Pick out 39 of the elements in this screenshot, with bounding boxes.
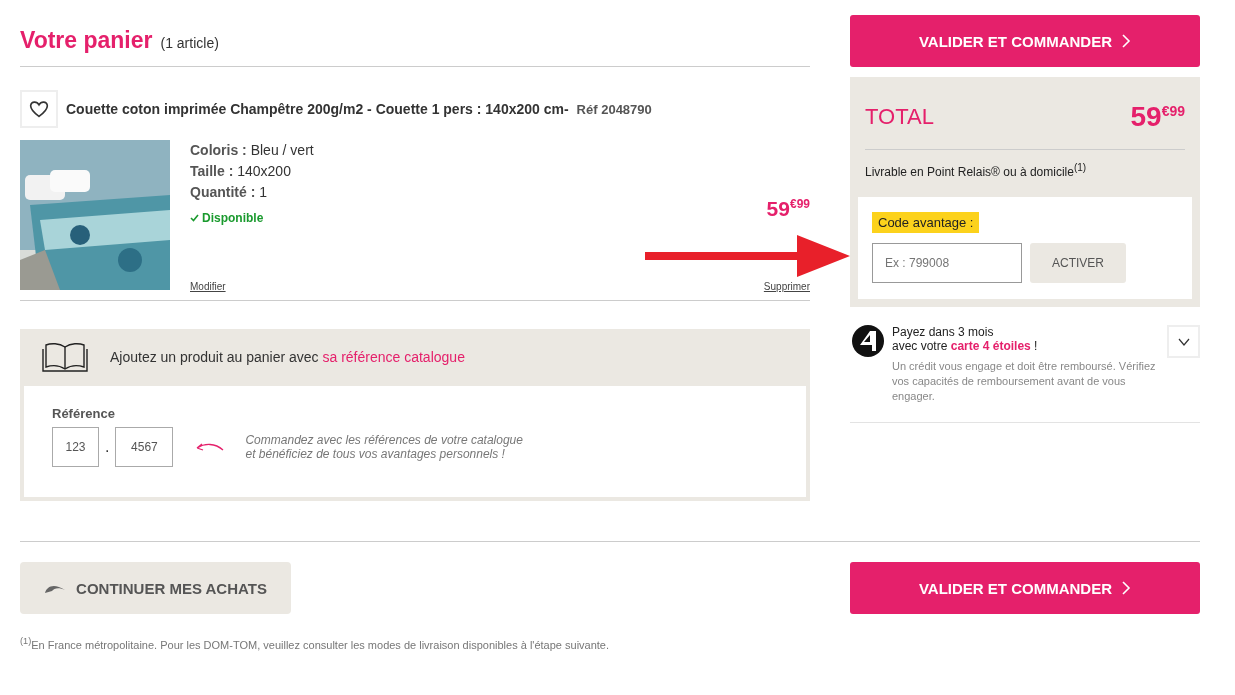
reference-number-field[interactable]: 4567 — [115, 427, 174, 467]
catalog-intro: Ajoutez un produit au panier avec sa référence catalogue — [110, 349, 465, 365]
product-attribute: Quantité : 1 — [190, 183, 269, 202]
financing-card-text: avec votre carte 4 étoiles ! — [892, 339, 1039, 353]
availability-status: Disponible — [202, 211, 264, 225]
catalog-hint: Commandez avec les références de votre catalogue et bénéficiez de tous vos avantages personnels ! — [245, 433, 523, 461]
credit-warning: Un crédit vous engage et doit être remboursé. Vérifiez vos capacités de remboursement avant de vous engager. — [892, 359, 1157, 404]
product-attribute: Taille : 140x200 — [190, 162, 292, 181]
delivery-info: Livrable en Point Relais® ou à domicile$^{(1)}$ — [865, 162, 1088, 179]
chevron-right-icon — [1122, 581, 1132, 595]
favorite-button[interactable] — [20, 90, 58, 128]
checkout-button[interactable]: VALIDER ET COMMANDER — [850, 562, 1200, 614]
item-count: (1 article) — [160, 35, 219, 51]
reference-label: Référence — [52, 406, 116, 421]
activate-button[interactable]: ACTIVER — [1030, 243, 1126, 283]
financing-headline: Payez dans 3 mois — [892, 325, 995, 339]
promo-code-label: Code avantage : — [872, 212, 980, 233]
promo-code-field[interactable]: Ex : 799008 — [872, 243, 1022, 283]
check-icon — [190, 214, 199, 222]
cart-title: Votre panier — [20, 27, 153, 54]
chevron-right-icon — [1122, 34, 1132, 48]
footnote: $^{(1)}$En France métropolitaine. Pour les DOM-TOM, veuillez consulter les modes de livraison disponibles à l'étape suivante. — [20, 636, 611, 651]
chevron-down-icon — [1177, 337, 1190, 346]
total-price: 59$^{€99}$ — [1130, 101, 1185, 133]
book-icon — [42, 341, 88, 373]
reference-separator: . — [105, 438, 110, 456]
edit-link[interactable]: Modifier — [190, 281, 226, 292]
product-reference: Réf 2048790 — [576, 101, 652, 117]
reference-prefix-field[interactable]: 123 — [52, 427, 99, 467]
item-price: 59$^{€99}$ — [766, 197, 810, 221]
four-star-card-icon — [852, 325, 884, 357]
checkout-button[interactable]: VALIDER ET COMMANDER — [850, 15, 1200, 67]
continue-shopping-button[interactable]: CONTINUER MES ACHATS — [20, 562, 291, 614]
total-label: TOTAL — [865, 104, 934, 130]
product-attribute: Coloris : Bleu / vert — [190, 141, 315, 160]
catalog-reference-link[interactable]: sa référence catalogue — [322, 349, 465, 365]
product-name: Couette coton imprimée Champêtre 200g/m2 - Couette 1 pers : 140x200 cm- — [66, 101, 569, 117]
remove-link[interactable]: Supprimer — [763, 281, 810, 292]
heart-icon — [29, 100, 49, 118]
